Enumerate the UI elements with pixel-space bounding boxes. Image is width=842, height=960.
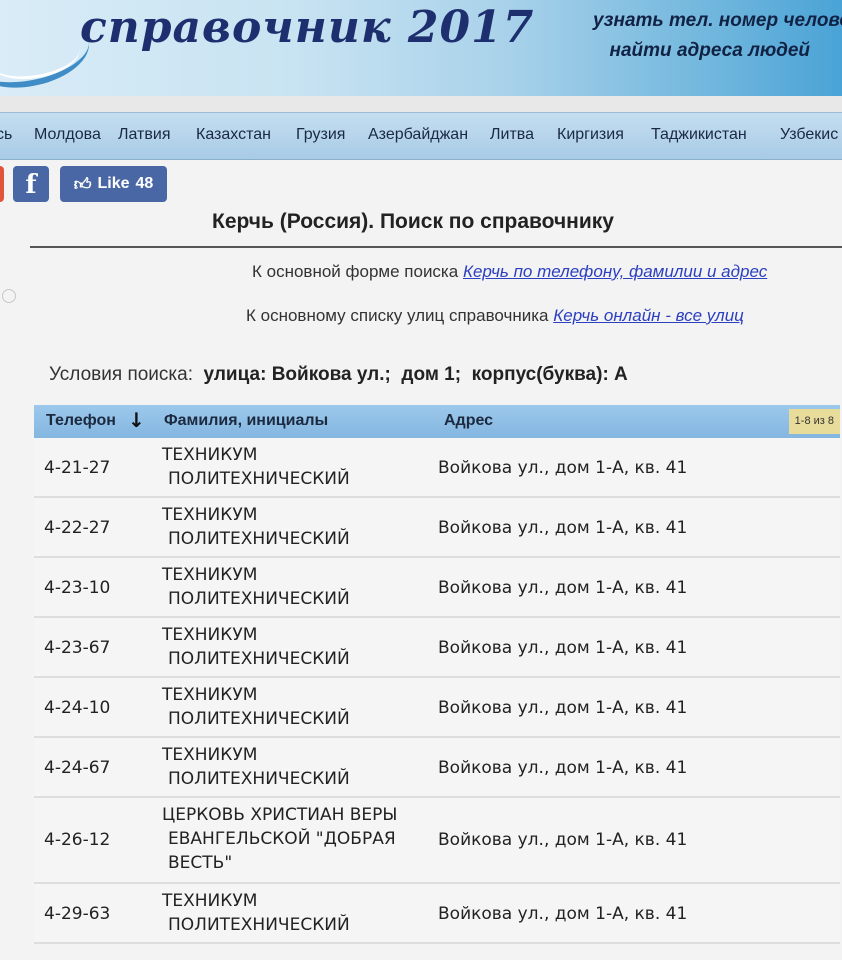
table-row[interactable]: 4-23-10 ТЕХНИКУМ ПОЛИТЕХНИЧЕСКИЙ Войкова… [34,558,840,618]
name-line: ПОЛИТЕХНИЧЕСКИЙ [168,589,350,609]
tagline-line-1: узнать тел. номер челове [592,10,842,31]
cell-address: Войкова ул., дом 1-А, кв. 41 [438,458,688,478]
name-line: ТЕХНИКУМ [162,891,258,911]
column-header-address[interactable]: Адрес [444,412,493,430]
like-label: Like [97,175,130,192]
nav-item-tajikistan[interactable]: Таджикистан [651,126,747,144]
cell-phone: 4-23-67 [44,638,111,658]
name-line: ТЕХНИКУМ [162,445,258,465]
cell-phone: 4-26-12 [44,830,111,850]
nav-item-uzbekistan[interactable]: Узбекис [780,126,838,144]
name-line: ТЕХНИКУМ [162,505,258,525]
tagline: узнать тел. номер челове найти адреса лю… [593,6,842,66]
table-row[interactable]: 4-24-67 ТЕХНИКУМ ПОЛИТЕХНИЧЕСКИЙ Войкова… [34,738,840,798]
cell-name: ТЕХНИКУМ ПОЛИТЕХНИЧЕСКИЙ [162,683,350,731]
search-form-link[interactable]: Керчь по телефону, фамилии и адрес [463,262,767,281]
cell-address: Войкова ул., дом 1-А, кв. 41 [438,904,688,924]
streets-text: К основному списку улиц справочника [246,306,549,325]
name-line: ПОЛИТЕХНИЧЕСКИЙ [168,469,350,489]
search-form-text: К основной форме поиска [252,262,459,281]
nav-item-kyrgyzstan[interactable]: Киргизия [557,126,624,144]
cell-address: Войкова ул., дом 1-А, кв. 41 [438,830,688,850]
table-row[interactable]: 4-29-63 ТЕХНИКУМ ПОЛИТЕХНИЧЕСКИЙ Войкова… [34,884,840,944]
name-line: ТЕХНИКУМ [162,685,258,705]
name-line: ТЕХНИКУМ [162,565,258,585]
name-line: ПОЛИТЕХНИЧЕСКИЙ [168,769,350,789]
cell-address: Войкова ул., дом 1-А, кв. 41 [438,578,688,598]
cell-address: Войкова ул., дом 1-А, кв. 41 [438,758,688,778]
name-line: ПОЛИТЕХНИЧЕСКИЙ [168,915,350,935]
cell-address: Войкова ул., дом 1-А, кв. 41 [438,698,688,718]
conditions-label: Условия поиска: [49,364,193,385]
cell-name: ЦЕРКОВЬ ХРИСТИАН ВЕРЫ ЕВАНГЕЛЬСКОЙ "ДОБР… [162,803,397,875]
table-row[interactable]: 4-21-27 ТЕХНИКУМ ПОЛИТЕХНИЧЕСКИЙ Войкова… [34,438,840,498]
name-line: ВЕСТЬ" [168,853,233,873]
table-row[interactable]: 4-22-27 ТЕХНИКУМ ПОЛИТЕХНИЧЕСКИЙ Войкова… [34,498,840,558]
name-line: ПОЛИТЕХНИЧЕСКИЙ [168,709,350,729]
name-line: ЦЕРКОВЬ ХРИСТИАН ВЕРЫ [162,805,398,825]
results-table-body: 4-21-27 ТЕХНИКУМ ПОЛИТЕХНИЧЕСКИЙ Войкова… [34,438,840,944]
nav-item-lithuania[interactable]: Литва [490,126,534,144]
nav-item-moldova[interactable]: Молдова [34,126,101,144]
share-button-partial[interactable] [0,166,4,202]
streets-link[interactable]: Керчь онлайн - все улиц [553,306,744,325]
page: справочник 2017 узнать тел. номер челове… [0,0,842,960]
name-line: ПОЛИТЕХНИЧЕСКИЙ [168,649,350,669]
tagline-line-2: найти адреса людей [609,40,810,61]
cell-name: ТЕХНИКУМ ПОЛИТЕХНИЧЕСКИЙ [162,503,350,551]
condition-building: корпус(буква): А [471,364,628,385]
cell-name: ТЕХНИКУМ ПОЛИТЕХНИЧЕСКИЙ [162,889,350,937]
cell-name: ТЕХНИКУМ ПОЛИТЕХНИЧЕСКИЙ [162,563,350,611]
name-line: ТЕХНИКУМ [162,625,258,645]
cell-name: ТЕХНИКУМ ПОЛИТЕХНИЧЕСКИЙ [162,623,350,671]
results-counter: 1-8 из 8 [788,409,840,434]
banner-divider [0,96,842,112]
table-row[interactable]: 4-26-12 ЦЕРКОВЬ ХРИСТИАН ВЕРЫ ЕВАНГЕЛЬСК… [34,798,840,884]
cell-phone: 4-24-67 [44,758,111,778]
facebook-share-button[interactable]: f [13,166,49,202]
countries-nav: сь Молдова Латвия Казахстан Грузия Азерб… [0,112,842,160]
search-conditions: Условия поиска: улица: Войкова ул.; дом … [49,364,628,386]
name-line: ПОЛИТЕХНИЧЕСКИЙ [168,529,350,549]
like-count: 48 [135,175,154,192]
cell-phone: 4-29-63 [44,904,111,924]
column-header-phone[interactable]: Телефон [46,412,116,430]
cell-phone: 4-23-10 [44,578,111,598]
page-title: Керчь (Россия). Поиск по справочнику [212,210,614,233]
results-table-header: Телефон ↓ Фамилия, инициалы Адрес 1-8 из… [34,405,840,438]
cell-phone: 4-24-10 [44,698,111,718]
table-row[interactable]: 4-23-67 ТЕХНИКУМ ПОЛИТЕХНИЧЕСКИЙ Войкова… [34,618,840,678]
cell-name: ТЕХНИКУМ ПОЛИТЕХНИЧЕСКИЙ [162,743,350,791]
nav-item-latvia[interactable]: Латвия [118,126,170,144]
search-form-link-line: К основной форме поиска Керчь по телефон… [252,262,767,282]
condition-street: улица: Войкова ул.; [203,364,391,385]
site-title[interactable]: справочник 2017 [80,2,534,53]
cell-name: ТЕХНИКУМ ПОЛИТЕХНИЧЕСКИЙ [162,443,350,491]
title-divider [30,246,842,248]
name-line: ТЕХНИКУМ [162,745,258,765]
thumbs-up-icon: 👍︎ [73,174,92,194]
cell-address: Войкова ул., дом 1-А, кв. 41 [438,518,688,538]
condition-house: дом 1; [401,364,462,385]
like-button[interactable]: 👍︎ Like 48 [60,166,167,202]
cell-phone: 4-22-27 [44,518,111,538]
header-banner: справочник 2017 узнать тел. номер челове… [0,0,842,96]
cell-address: Войкова ул., дом 1-А, кв. 41 [438,638,688,658]
streets-link-line: К основному списку улиц справочника Керч… [246,306,744,326]
name-line: ЕВАНГЕЛЬСКОЙ "ДОБРАЯ [168,829,396,849]
nav-item-kazakhstan[interactable]: Казахстан [196,126,271,144]
table-row[interactable]: 4-24-10 ТЕХНИКУМ ПОЛИТЕХНИЧЕСКИЙ Войкова… [34,678,840,738]
column-header-name[interactable]: Фамилия, инициалы [164,412,328,430]
sort-arrow-down-icon[interactable]: ↓ [128,408,145,432]
radio-indicator [2,289,16,303]
cell-phone: 4-21-27 [44,458,111,478]
facebook-icon: f [25,170,37,200]
nav-item-azerbaijan[interactable]: Азербайджан [368,126,468,144]
nav-item-georgia[interactable]: Грузия [296,126,345,144]
nav-item-partial-left[interactable]: сь [0,126,12,144]
